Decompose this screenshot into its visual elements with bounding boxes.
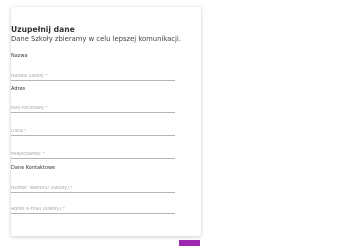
- email-input[interactable]: [11, 207, 175, 212]
- email-field[interactable]: [11, 201, 175, 214]
- section-contact-label: Dane Kontaktowe: [11, 165, 56, 171]
- section-address-label: Adres: [11, 86, 26, 92]
- section-name-label: Nazwa: [11, 53, 28, 59]
- street-input[interactable]: [11, 129, 175, 134]
- postal-code-field[interactable]: [11, 100, 175, 113]
- street-field[interactable]: [11, 123, 175, 136]
- form-title: Uzupełnij dane: [11, 25, 75, 34]
- school-name-input[interactable]: [11, 74, 175, 79]
- phone-field[interactable]: [11, 180, 175, 193]
- form-subtitle: Dane Szkoły zbieramy w celu lepszej komu…: [11, 35, 181, 43]
- school-name-field[interactable]: [11, 68, 175, 81]
- phone-input[interactable]: [11, 186, 175, 191]
- city-field[interactable]: [11, 146, 175, 159]
- city-input[interactable]: [11, 152, 175, 157]
- postal-code-input[interactable]: [11, 106, 175, 111]
- submit-button[interactable]: [179, 240, 200, 246]
